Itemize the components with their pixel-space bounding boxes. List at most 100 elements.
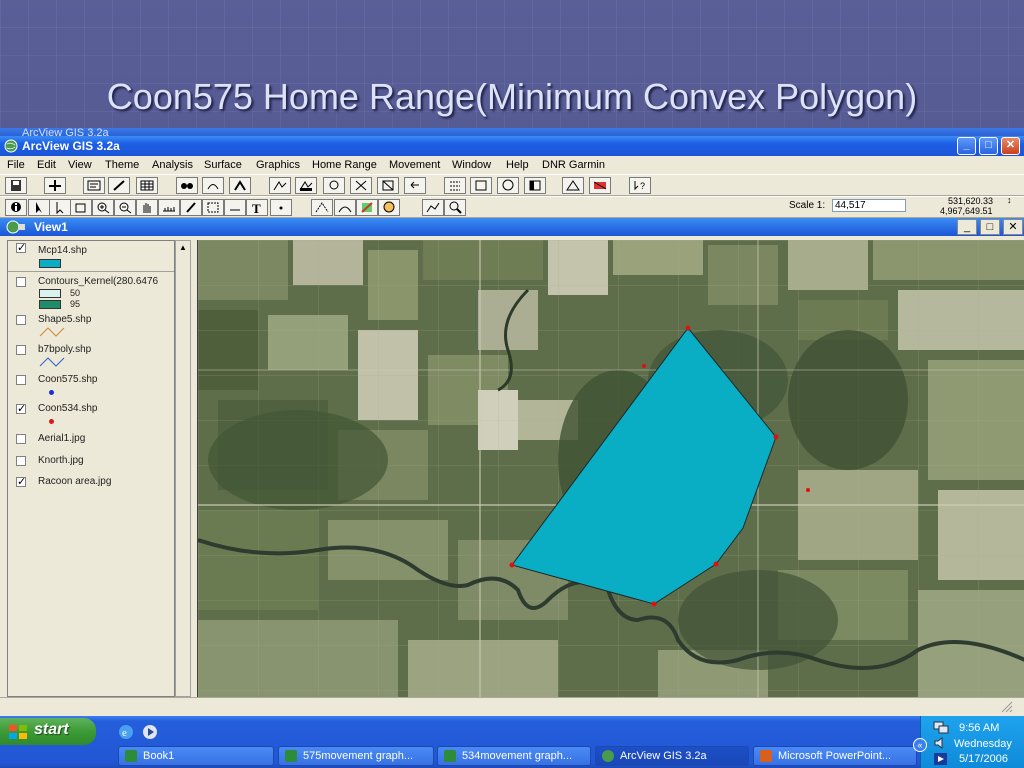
menu-file[interactable]: File [7,159,25,171]
close-button[interactable]: ✕ [1001,137,1020,155]
taskbar-item-arcview[interactable]: ArcView GIS 3.2a [595,746,749,766]
menu-movement[interactable]: Movement [389,159,440,171]
layer-visibility-checkbox[interactable] [16,315,26,325]
view-maximize-button[interactable]: □ [980,219,1000,235]
select-features-button[interactable] [444,177,466,194]
location-point[interactable] [642,364,646,368]
toc-layer-racoon-area[interactable]: ✓ Racoon area.jpg [8,475,174,495]
media-player-icon[interactable] [142,724,158,740]
resize-grip-icon[interactable] [1000,701,1014,713]
contour-tool[interactable] [334,199,356,216]
taskbar-item-powerpoint[interactable]: Microsoft PowerPoint... [753,746,917,766]
label-tool[interactable] [224,199,246,216]
layer-visibility-checkbox[interactable]: ✓ [16,404,26,415]
vertex-edit-tool[interactable] [49,199,71,216]
find-button[interactable] [176,177,198,194]
minimize-button[interactable]: _ [957,137,976,155]
zoom-in-button[interactable] [350,177,372,194]
clock-time[interactable]: 9:56 AM [959,722,999,734]
select-feature-tool[interactable] [70,199,92,216]
layer-visibility-checkbox[interactable] [16,456,26,466]
measure-tool[interactable] [158,199,180,216]
start-button[interactable]: start [0,718,96,745]
layer-visibility-checkbox[interactable]: ✓ [16,477,26,488]
view-close-button[interactable]: ✕ [1003,219,1023,235]
query-builder-button[interactable] [229,177,251,194]
identify-tool[interactable] [5,199,27,216]
pan-tool[interactable] [136,199,158,216]
location-point[interactable] [651,601,657,607]
layer-visibility-checkbox[interactable] [16,345,26,355]
toc-layer-mcp14[interactable]: ✓ Mcp14.shp [8,241,174,272]
theme-properties-button[interactable] [83,177,105,194]
volume-icon[interactable] [933,736,949,750]
clear-selection-button[interactable] [524,177,546,194]
spot-tool[interactable] [378,199,400,216]
add-theme-button[interactable] [44,177,66,194]
location-point[interactable] [806,488,810,492]
zoom-active-themes-button[interactable] [295,177,317,194]
show-hidden-icons-chevron-icon[interactable]: « [913,738,927,752]
select-rectangle-button[interactable] [470,177,492,194]
window-titlebar[interactable]: ArcView GIS 3.2a _ □ ✕ [0,136,1024,156]
toc-layer-aerial1[interactable]: Aerial1.jpg [8,432,174,452]
open-table-button[interactable] [136,177,158,194]
menu-graphics[interactable]: Graphics [256,159,300,171]
zoom-previous-button[interactable] [404,177,426,194]
zoom-out-button[interactable] [377,177,399,194]
internet-explorer-icon[interactable]: e [118,724,134,740]
toc-layer-coon575[interactable]: Coon575.shp [8,373,174,401]
chart-button[interactable] [562,177,584,194]
location-point[interactable] [509,562,515,568]
locate-address-button[interactable] [202,177,224,194]
toc-layer-contours-kernel[interactable]: Contours_Kernel(280.6476 50 95 [8,275,174,313]
pointer-tool[interactable] [28,199,50,216]
zoom-out-tool[interactable] [114,199,136,216]
network-icon[interactable] [933,720,949,734]
select-circle-button[interactable] [497,177,519,194]
toc-layer-shape5[interactable]: Shape5.shp [8,313,174,341]
snap-tool[interactable] [311,199,333,216]
zoom-selected-button[interactable] [323,177,345,194]
map-layout-button[interactable] [589,177,611,194]
layer-visibility-checkbox[interactable] [16,434,26,444]
view-window-titlebar[interactable]: View1 _ □ ✕ [0,218,1024,236]
location-point[interactable] [685,325,691,331]
menu-theme[interactable]: Theme [105,159,139,171]
graph-tool[interactable] [422,199,444,216]
help-button[interactable]: ? [629,177,651,194]
map-display[interactable] [197,240,1024,697]
toc-layer-b7bpoly[interactable]: b7bpoly.shp [8,343,174,371]
magnify-tool[interactable] [444,199,466,216]
draw-point-tool[interactable] [270,199,292,216]
menu-dnr-garmin[interactable]: DNR Garmin [542,159,605,171]
toc-layer-knorth[interactable]: Knorth.jpg [8,454,174,474]
taskbar-item-534movement[interactable]: 534movement graph... [437,746,591,766]
toc-layer-coon534[interactable]: ✓ Coon534.shp [8,402,174,430]
scale-input[interactable]: 44,517 [832,199,906,212]
layer-visibility-checkbox[interactable]: ✓ [16,243,26,254]
area-of-interest-tool[interactable] [202,199,224,216]
menu-surface[interactable]: Surface [204,159,242,171]
menu-edit[interactable]: Edit [37,159,56,171]
taskbar-item-book1[interactable]: Book1 [118,746,274,766]
edit-legend-button[interactable] [108,177,130,194]
media-tray-icon[interactable] [933,752,949,766]
maximize-button[interactable]: □ [979,137,998,155]
menu-home-range[interactable]: Home Range [312,159,377,171]
scroll-up-arrow-icon[interactable]: ▲ [179,243,187,252]
menu-view[interactable]: View [68,159,92,171]
location-point[interactable] [713,561,719,567]
layer-visibility-checkbox[interactable] [16,277,26,287]
toc-scrollbar[interactable]: ▲ [175,240,191,697]
taskbar-item-575movement[interactable]: 575movement graph... [278,746,434,766]
save-project-button[interactable] [5,177,27,194]
layer-visibility-checkbox[interactable] [16,375,26,385]
menu-help[interactable]: Help [506,159,529,171]
menu-analysis[interactable]: Analysis [152,159,193,171]
view-minimize-button[interactable]: _ [957,219,977,235]
location-point[interactable] [773,434,779,440]
zoom-in-tool[interactable] [92,199,114,216]
text-tool[interactable]: T [246,199,268,216]
kernel-tool[interactable] [356,199,378,216]
